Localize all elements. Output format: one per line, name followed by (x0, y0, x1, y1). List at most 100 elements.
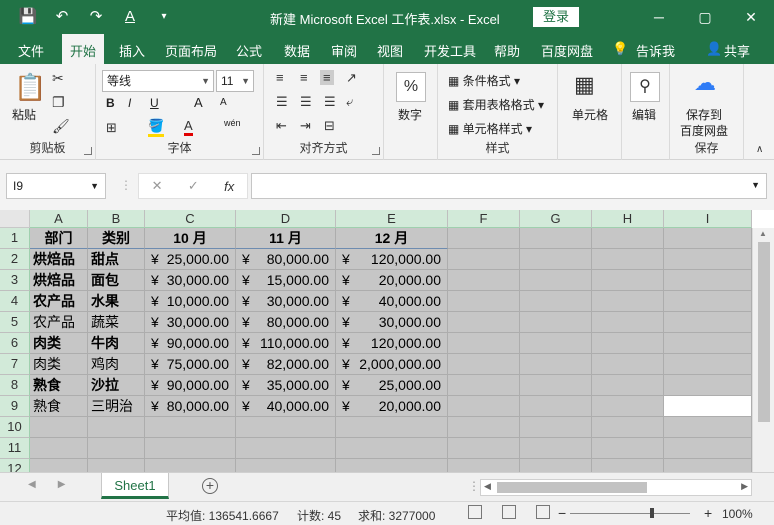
italic-button[interactable]: I (128, 96, 131, 110)
decrease-indent-icon[interactable]: ⇤ (276, 118, 287, 134)
cell-G7[interactable] (520, 354, 592, 375)
align-middle-icon[interactable]: ≡ (300, 70, 308, 85)
cell-E8[interactable]: ¥25,000.00 (336, 375, 448, 396)
font-size-select[interactable]: 11 ▼ (216, 70, 254, 92)
orientation-icon[interactable]: ↗ (346, 70, 357, 86)
zoom-slider[interactable] (570, 508, 690, 518)
border-icon[interactable]: ⊞ (106, 120, 117, 136)
cell-F12[interactable] (448, 459, 520, 472)
cell-C3[interactable]: ¥30,000.00 (145, 270, 236, 291)
cells-icon[interactable]: ▦ (574, 72, 595, 98)
cell-D4[interactable]: ¥30,000.00 (236, 291, 336, 312)
cell-C9[interactable]: ¥80,000.00 (145, 396, 236, 417)
cell-H9[interactable] (592, 396, 664, 417)
column-header-D[interactable]: D (236, 210, 336, 228)
cell-A8[interactable]: 熟食 (30, 375, 88, 396)
cell-D8[interactable]: ¥35,000.00 (236, 375, 336, 396)
column-header-G[interactable]: G (520, 210, 592, 228)
cell-G10[interactable] (520, 417, 592, 438)
cell-D10[interactable] (236, 417, 336, 438)
next-sheet-icon[interactable]: ▶ (58, 479, 66, 490)
font-launcher-icon[interactable] (252, 147, 260, 155)
cell-G9[interactable] (520, 396, 592, 417)
wrap-text-icon[interactable]: ⤶ (346, 94, 353, 110)
cell-H8[interactable] (592, 375, 664, 396)
cell-C10[interactable] (145, 417, 236, 438)
cell-I6[interactable] (664, 333, 752, 354)
scroll-up-icon[interactable]: ▲ (759, 229, 767, 238)
tab-home[interactable]: 开始 (62, 34, 105, 64)
cell-D5[interactable]: ¥80,000.00 (236, 312, 336, 333)
tab-developer[interactable]: 开发工具 (424, 41, 476, 60)
zoom-out-button[interactable]: − (558, 505, 566, 521)
cell-E10[interactable] (336, 417, 448, 438)
tell-me-search[interactable]: 告诉我 (636, 41, 675, 60)
row-header-2[interactable]: 2 (0, 249, 30, 270)
tab-split-dots-icon[interactable]: ⋮ (468, 479, 480, 493)
cell-H3[interactable] (592, 270, 664, 291)
cell-C11[interactable] (145, 438, 236, 459)
column-header-E[interactable]: E (336, 210, 448, 228)
horizontal-scroll-thumb[interactable] (497, 482, 647, 493)
scroll-left-icon[interactable]: ◀ (484, 481, 491, 492)
formula-input[interactable]: ▼ (251, 173, 767, 199)
cell-F8[interactable] (448, 375, 520, 396)
tab-data[interactable]: 数据 (284, 41, 310, 60)
search-icon[interactable]: ⚲ (630, 72, 660, 102)
paste-icon[interactable]: 📋 (14, 72, 46, 103)
tab-baidu-netdisk[interactable]: 百度网盘 (541, 41, 593, 60)
underline-button[interactable]: U (150, 96, 159, 110)
row-header-3[interactable]: 3 (0, 270, 30, 291)
number-format-button[interactable]: 数字 (398, 106, 422, 123)
page-layout-view-icon[interactable] (502, 505, 516, 519)
cell-D6[interactable]: ¥110,000.00 (236, 333, 336, 354)
cell-H4[interactable] (592, 291, 664, 312)
cell-H1[interactable] (592, 228, 664, 249)
cell-B4[interactable]: 水果 (88, 291, 145, 312)
row-header-12[interactable]: 12 (0, 459, 30, 472)
cell-E1[interactable]: 12 月 (336, 228, 448, 249)
cell-area[interactable]: 部门 类别 10 月 11 月 12 月烘焙品 甜点 ¥25,000.00 ¥80,000.0… (30, 228, 752, 472)
cell-B12[interactable] (88, 459, 145, 472)
cell-G3[interactable] (520, 270, 592, 291)
cell-I5[interactable] (664, 312, 752, 333)
cell-D11[interactable] (236, 438, 336, 459)
column-header-C[interactable]: C (145, 210, 236, 228)
baidu-netdisk-icon[interactable]: ☁ (694, 70, 716, 96)
normal-view-icon[interactable] (468, 505, 482, 519)
tab-file[interactable]: 文件 (18, 41, 44, 60)
align-left-icon[interactable]: ☰ (276, 94, 288, 110)
cell-F11[interactable] (448, 438, 520, 459)
cut-icon[interactable]: ✂ (52, 70, 64, 87)
cell-F6[interactable] (448, 333, 520, 354)
row-header-10[interactable]: 10 (0, 417, 30, 438)
cell-G5[interactable] (520, 312, 592, 333)
cell-C1[interactable]: 10 月 (145, 228, 236, 249)
cell-H2[interactable] (592, 249, 664, 270)
column-header-A[interactable]: A (30, 210, 88, 228)
increase-indent-icon[interactable]: ⇥ (300, 118, 311, 134)
cell-H5[interactable] (592, 312, 664, 333)
cell-G11[interactable] (520, 438, 592, 459)
enter-icon[interactable]: ✓ (188, 178, 199, 194)
sheet-tab-sheet1[interactable]: Sheet1 (101, 473, 169, 499)
cell-A3[interactable]: 烘焙品 (30, 270, 88, 291)
add-sheet-icon[interactable]: + (202, 478, 218, 494)
redo-icon[interactable]: ↷ (86, 8, 106, 26)
row-header-7[interactable]: 7 (0, 354, 30, 375)
cell-F9[interactable] (448, 396, 520, 417)
cell-A5[interactable]: 农产品 (30, 312, 88, 333)
cell-F1[interactable] (448, 228, 520, 249)
cell-D2[interactable]: ¥80,000.00 (236, 249, 336, 270)
scroll-right-icon[interactable]: ▶ (741, 481, 748, 492)
insert-function-icon[interactable]: fx (224, 179, 234, 194)
font-name-select[interactable]: 等线 ▼ (102, 70, 214, 92)
undo-icon[interactable]: ↶ (52, 8, 72, 26)
cell-D9[interactable]: ¥40,000.00 (236, 396, 336, 417)
collapse-ribbon-icon[interactable]: ∧ (756, 144, 763, 155)
cell-I3[interactable] (664, 270, 752, 291)
cell-E11[interactable] (336, 438, 448, 459)
cell-E12[interactable] (336, 459, 448, 472)
row-header-6[interactable]: 6 (0, 333, 30, 354)
cell-B5[interactable]: 蔬菜 (88, 312, 145, 333)
